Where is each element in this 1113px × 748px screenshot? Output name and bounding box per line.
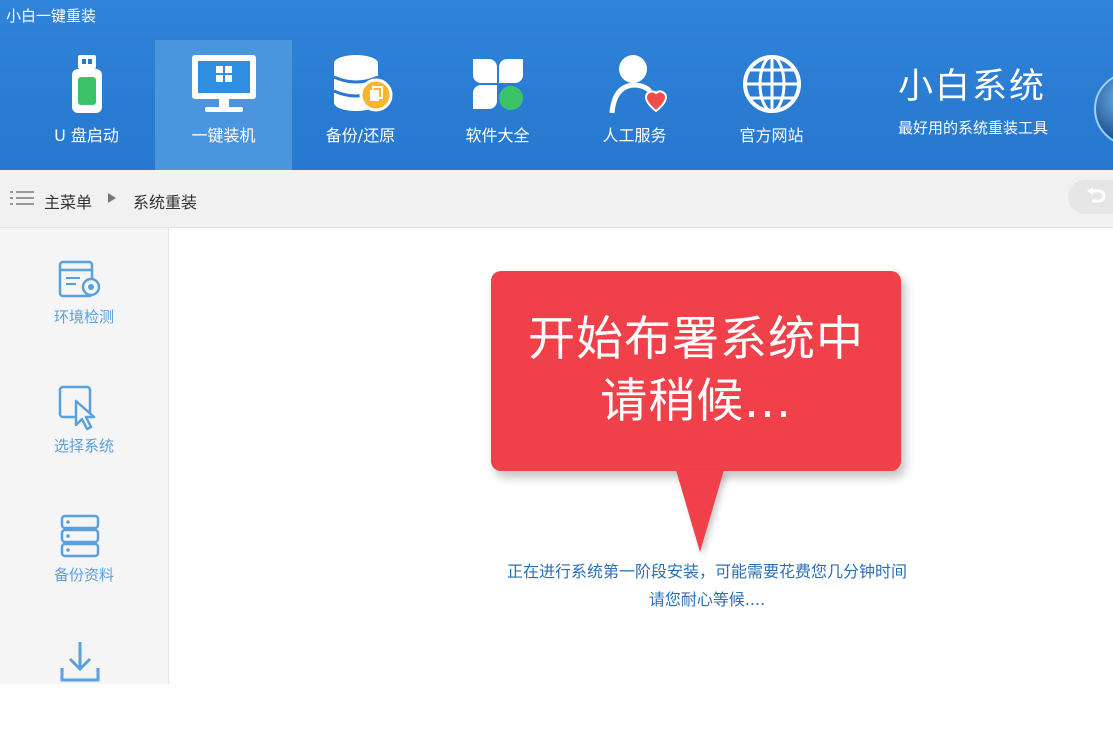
nav-item-official-site[interactable]: 官方网站 (703, 40, 840, 170)
nav-label: 人工服务 (602, 126, 667, 145)
download-icon (60, 642, 100, 682)
sidebar: 环境检测 选择系统 备份资料 (0, 228, 169, 684)
nav-item-manual-service[interactable]: 人工服务 (566, 40, 703, 170)
sidebar-item-label: 选择系统 (53, 437, 114, 455)
sidebar-item-select-system[interactable]: 选择系统 (0, 383, 168, 493)
main-content: 开始布署系统中 请稍候... 正在进行系统第一阶段安装，可能需要花费您几分钟时间… (169, 228, 1113, 684)
nav-label: 软件大全 (465, 126, 530, 145)
callout-line-1: 开始布署系统中 (528, 312, 864, 367)
database-backup-icon (332, 55, 392, 112)
deploy-callout: 开始布署系统中 请稍候... (491, 271, 901, 471)
callout-pointer (676, 470, 724, 552)
select-cursor-icon (58, 385, 96, 431)
sidebar-item-label: 备份资料 (53, 566, 114, 584)
globe-icon (742, 55, 801, 113)
brand-slogan: 最好用的系统重装工具 (898, 119, 1049, 137)
brand-name: 小白系统 (898, 67, 1047, 107)
breadcrumb: 主菜单 系统重装 (0, 170, 1113, 228)
sidebar-item-backup-data[interactable]: 备份资料 (0, 512, 168, 622)
backup-data-icon (60, 514, 100, 558)
back-arrow-icon (1087, 187, 1106, 203)
status-wait-message: 请您耐心等候.... (648, 590, 766, 609)
nav-item-one-key-install[interactable]: 一键装机 (155, 40, 292, 170)
sidebar-item-download[interactable] (0, 638, 168, 748)
usb-drive-icon (71, 55, 102, 113)
brand-logo-avatar (1094, 72, 1113, 146)
monitor-windows-icon (191, 55, 256, 112)
brand: 小白系统 最好用的系统重装工具 (898, 58, 1078, 138)
nav-item-usb-boot[interactable]: U 盘启动 (18, 40, 155, 170)
nav-label: 一键装机 (191, 126, 256, 145)
callout-line-2: 请稍候... (600, 374, 792, 429)
breadcrumb-arrow-icon (108, 193, 116, 203)
breadcrumb-current: 系统重装 (133, 193, 198, 212)
nav-item-software[interactable]: 软件大全 (429, 40, 566, 170)
software-grid-icon (472, 59, 523, 110)
sidebar-item-env-check[interactable]: 环境检测 (0, 254, 168, 364)
nav-item-backup-restore[interactable]: 备份/还原 (292, 40, 429, 170)
menu-list-icon[interactable] (10, 190, 34, 206)
nav-label: 官方网站 (739, 126, 804, 145)
main-nav: U 盘启动 一键装机 备份/还原 软件大全 人工服务 官方网站 (18, 40, 840, 170)
nav-label: 备份/还原 (325, 126, 396, 145)
support-person-icon (609, 55, 667, 114)
nav-label: U 盘启动 (54, 126, 119, 145)
callout-text: 开始布署系统中 请稍候... (491, 309, 901, 433)
app-title: 小白一键重装 (6, 7, 97, 25)
sidebar-item-label: 环境检测 (53, 308, 114, 326)
status-message: 正在进行系统第一阶段安装，可能需要花费您几分钟时间 (506, 562, 907, 581)
breadcrumb-main-menu[interactable]: 主菜单 (44, 189, 92, 213)
environment-check-icon (58, 260, 101, 298)
top-header: 小白一键重装 U 盘启动 一键装机 备份/还原 软件大全 人工服务 官方网站 小… (0, 0, 1113, 170)
back-button[interactable] (1068, 180, 1113, 214)
